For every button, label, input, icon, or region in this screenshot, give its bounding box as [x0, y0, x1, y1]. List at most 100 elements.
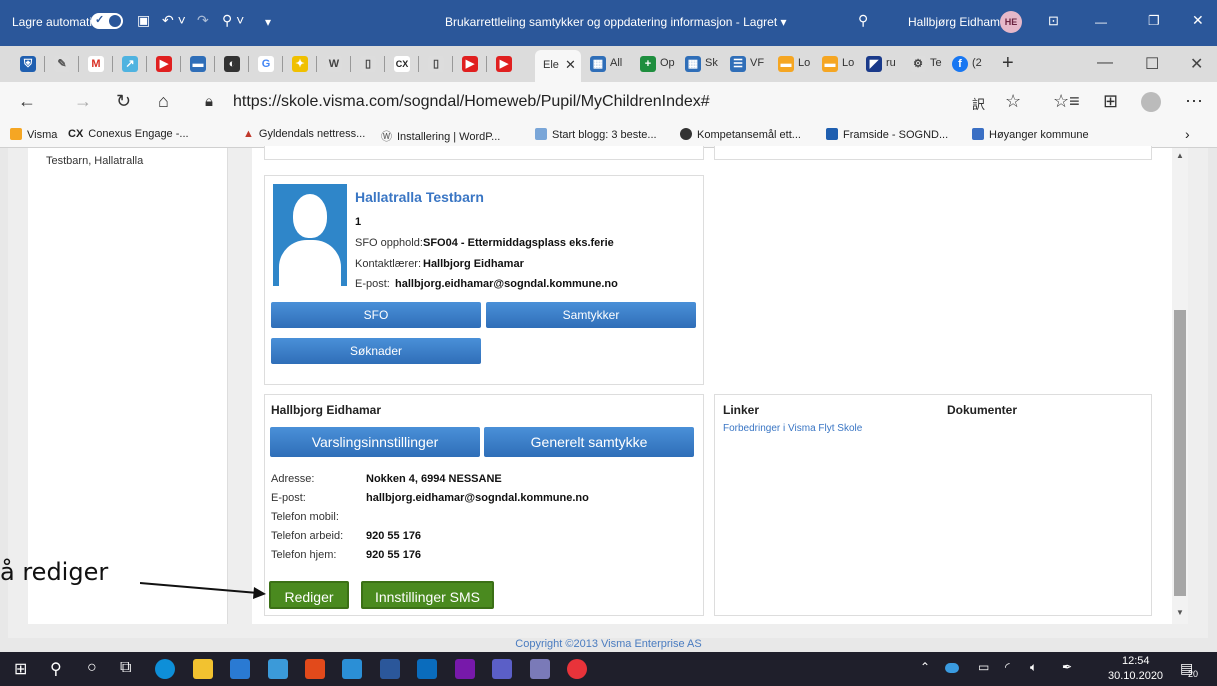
tab-label[interactable]: (2 [972, 57, 982, 69]
tab-label[interactable]: Op [660, 57, 675, 69]
tab-icon-teams[interactable]: ▦ [590, 56, 606, 72]
scrollbar-thumb[interactable] [1174, 310, 1186, 596]
tab-icon-visma-2[interactable]: ▬ [822, 56, 838, 72]
bookmark-item[interactable]: ▲ Gyldendals nettress... [243, 128, 365, 140]
outlook-icon[interactable] [417, 659, 437, 679]
new-tab-icon[interactable]: + [1002, 52, 1014, 75]
student-name[interactable]: Hallatralla Testbarn [355, 189, 484, 205]
tab-icon-list[interactable]: ☰ [730, 56, 746, 72]
document-title[interactable]: Brukarrettleiing samtykker og oppdaterin… [445, 15, 787, 29]
network-icon[interactable]: ▭ [978, 660, 989, 674]
office-icon[interactable] [305, 659, 325, 679]
tab-active[interactable]: Ele ✕ [535, 50, 581, 82]
close-icon[interactable]: ✕ [1192, 12, 1204, 29]
tray-chevron-icon[interactable]: ⌃ [920, 660, 930, 674]
soknader-button[interactable]: Søknader [271, 338, 481, 364]
tab-icon-youtube-3[interactable]: ▶ [496, 56, 512, 72]
tab-icon-grid[interactable]: ▦ [685, 56, 701, 72]
touch-mode-icon[interactable]: ⚲ ˅ [222, 12, 244, 29]
search-icon[interactable]: ⚲ [858, 12, 868, 29]
bookmark-item[interactable]: CX Conexus Engage -... [68, 128, 189, 140]
task-view-icon[interactable]: ⧉ [120, 659, 131, 677]
tab-label[interactable]: Lo [842, 57, 854, 69]
volume-icon[interactable]: 🔈︎ [1030, 660, 1037, 675]
tab-label[interactable]: VF [750, 57, 764, 69]
collections-icon[interactable]: ⊞ [1103, 91, 1118, 112]
favorite-icon[interactable]: ☆ [1005, 91, 1021, 112]
tab-icon-blogg[interactable]: ✦ [292, 56, 308, 72]
tab-label[interactable]: Sk [705, 57, 718, 69]
search-icon[interactable]: ⚲ [50, 659, 62, 679]
tab-icon-facebook[interactable]: f [952, 56, 968, 72]
people-icon[interactable] [342, 659, 362, 679]
tab-icon-framside[interactable]: ⛨ [20, 56, 36, 72]
generelt-samtykke-button[interactable]: Generelt samtykke [484, 427, 694, 457]
tab-label[interactable]: ru [886, 57, 896, 69]
tab-icon-gmail[interactable]: M [88, 56, 104, 72]
bookmark-item[interactable]: Høyanger kommune [972, 128, 1089, 141]
refresh-icon[interactable]: ↻ [116, 91, 131, 112]
tab-icon-visma[interactable]: ▬ [778, 56, 794, 72]
onedrive-icon[interactable] [945, 663, 959, 673]
link-item[interactable]: Forbedringer i Visma Flyt Skole [723, 423, 862, 434]
bookmark-item[interactable]: Kompetansemål ett... [680, 128, 801, 141]
lock-icon[interactable]: 🔒︎ [205, 93, 213, 110]
wifi-icon[interactable]: ◜ [1005, 660, 1010, 674]
tab-icon-blue[interactable]: ▬ [190, 56, 206, 72]
mail-icon[interactable] [268, 659, 288, 679]
url-field[interactable]: https://skole.visma.com/sogndal/Homeweb/… [233, 93, 710, 111]
word-icon[interactable] [380, 659, 400, 679]
varsling-button[interactable]: Varslingsinnstillinger [270, 427, 480, 457]
tab-icon-plus[interactable]: + [640, 56, 656, 72]
tab-label[interactable]: Te [930, 57, 942, 69]
tab-label[interactable]: Lo [798, 57, 810, 69]
tab-label[interactable]: All [610, 57, 622, 69]
bookmarks-more-icon[interactable]: › [1185, 126, 1190, 142]
translate-icon[interactable]: 訳 [972, 94, 985, 113]
restore-icon[interactable]: ❐ [1148, 13, 1160, 29]
start-icon[interactable]: ⊞ [14, 659, 27, 679]
forward-icon[interactable]: → [74, 91, 92, 112]
bookmark-item[interactable]: Visma [10, 128, 57, 141]
ribbon-display-icon[interactable]: ⊡ [1048, 13, 1059, 29]
clock-time[interactable]: 12:54 [1122, 655, 1150, 667]
bookmark-item[interactable]: Framside - SOGND... [826, 128, 948, 141]
tab-icon-page[interactable]: ▯ [360, 56, 376, 72]
teams-icon[interactable] [492, 659, 512, 679]
favorites-list-icon[interactable]: ☆≡ [1053, 91, 1080, 112]
scroll-up-icon[interactable]: ▲ [1176, 151, 1184, 160]
profile-icon[interactable] [1141, 92, 1161, 112]
autosave-toggle[interactable]: ✓ [91, 13, 123, 29]
tab-icon-ru[interactable]: ◤ [866, 56, 882, 72]
tab-icon-wordpress[interactable]: W [326, 56, 342, 72]
rediger-button[interactable]: Rediger [269, 581, 349, 609]
onenote-icon[interactable] [455, 659, 475, 679]
pen-icon[interactable]: ✒ [1062, 660, 1072, 674]
child-item[interactable]: Testbarn, Hallatralla [46, 155, 143, 167]
store-icon[interactable] [230, 659, 250, 679]
samtykker-button[interactable]: Samtykker [486, 302, 696, 328]
browser-close-icon[interactable]: ✕ [1190, 54, 1203, 74]
headset-icon[interactable] [567, 659, 587, 679]
home-icon[interactable]: ⌂ [158, 91, 169, 112]
back-icon[interactable]: ← [18, 91, 36, 112]
tab-icon-youtube[interactable]: ▶ [156, 56, 172, 72]
browser-minimize-icon[interactable]: — [1097, 54, 1113, 72]
minimize-icon[interactable]: — [1095, 15, 1107, 29]
app-icon[interactable] [530, 659, 550, 679]
tab-icon-pen[interactable]: ✎ [54, 56, 70, 72]
more-icon[interactable]: ⋯ [1185, 91, 1203, 112]
redo-icon[interactable]: ↷ [197, 12, 209, 29]
tab-icon-google[interactable]: G [258, 56, 274, 72]
bookmark-item[interactable]: Ⓦ Installering | WordP... [381, 128, 500, 144]
tab-close-icon[interactable]: ✕ [565, 57, 576, 73]
undo-icon[interactable]: ↶ ˅ [162, 12, 186, 29]
tab-icon-conexus[interactable]: CX [394, 56, 410, 72]
sfo-button[interactable]: SFO [271, 302, 481, 328]
scroll-down-icon[interactable]: ▼ [1176, 608, 1184, 617]
browser-maximize-icon[interactable]: ☐ [1145, 54, 1159, 74]
tab-icon-arrow[interactable]: ↗ [122, 56, 138, 72]
customize-qat-icon[interactable]: ▾ [265, 15, 271, 29]
edge-icon[interactable] [155, 659, 175, 679]
tab-icon-youtube-2[interactable]: ▶ [462, 56, 478, 72]
